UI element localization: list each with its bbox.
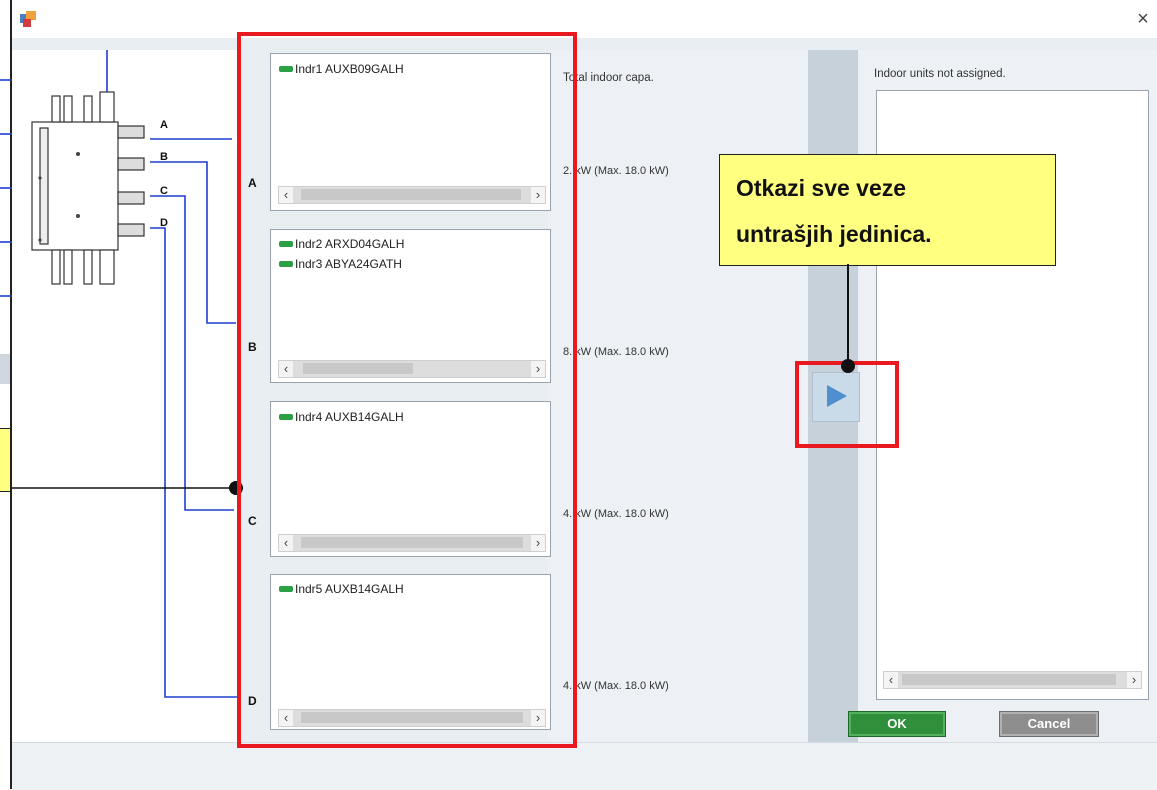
highlight-port-lists bbox=[237, 32, 577, 748]
callout-line-1: Otkazi sve veze bbox=[736, 175, 907, 201]
piping-diagram: A B C D bbox=[0, 50, 243, 698]
scroll-right-icon[interactable]: › bbox=[1127, 672, 1141, 688]
cancel-button[interactable]: Cancel bbox=[999, 711, 1099, 737]
highlight-unassign-button bbox=[795, 361, 899, 448]
svg-text:C: C bbox=[160, 185, 168, 197]
callout-pointer bbox=[841, 264, 855, 373]
unassigned-label: Indoor units not assigned. bbox=[874, 68, 1006, 80]
ok-button[interactable]: OK bbox=[848, 711, 946, 737]
svg-text:B: B bbox=[160, 151, 168, 163]
close-icon[interactable]: × bbox=[1133, 8, 1153, 30]
scroll-thumb[interactable] bbox=[902, 674, 1116, 685]
dialog-footer bbox=[12, 742, 1157, 790]
title-bar bbox=[12, 0, 1157, 38]
callout-line-2: untrašjih jedinica. bbox=[736, 221, 932, 247]
app-icon bbox=[19, 10, 37, 28]
scroll-left-icon[interactable]: ‹ bbox=[884, 672, 898, 688]
port-a-capacity: 2. kW (Max. 18.0 kW) bbox=[563, 165, 669, 177]
svg-text:D: D bbox=[160, 217, 168, 229]
unassigned-scrollbar[interactable]: ‹ › bbox=[883, 671, 1142, 689]
port-b-capacity: 8. kW (Max. 18.0 kW) bbox=[563, 346, 669, 358]
instruction-callout: Otkazi sve veze untrašjih jedinica. bbox=[719, 154, 1056, 266]
svg-text:A: A bbox=[160, 119, 168, 131]
port-d-capacity: 4. kW (Max. 18.0 kW) bbox=[563, 680, 669, 692]
port-c-capacity: 4. kW (Max. 18.0 kW) bbox=[563, 508, 669, 520]
